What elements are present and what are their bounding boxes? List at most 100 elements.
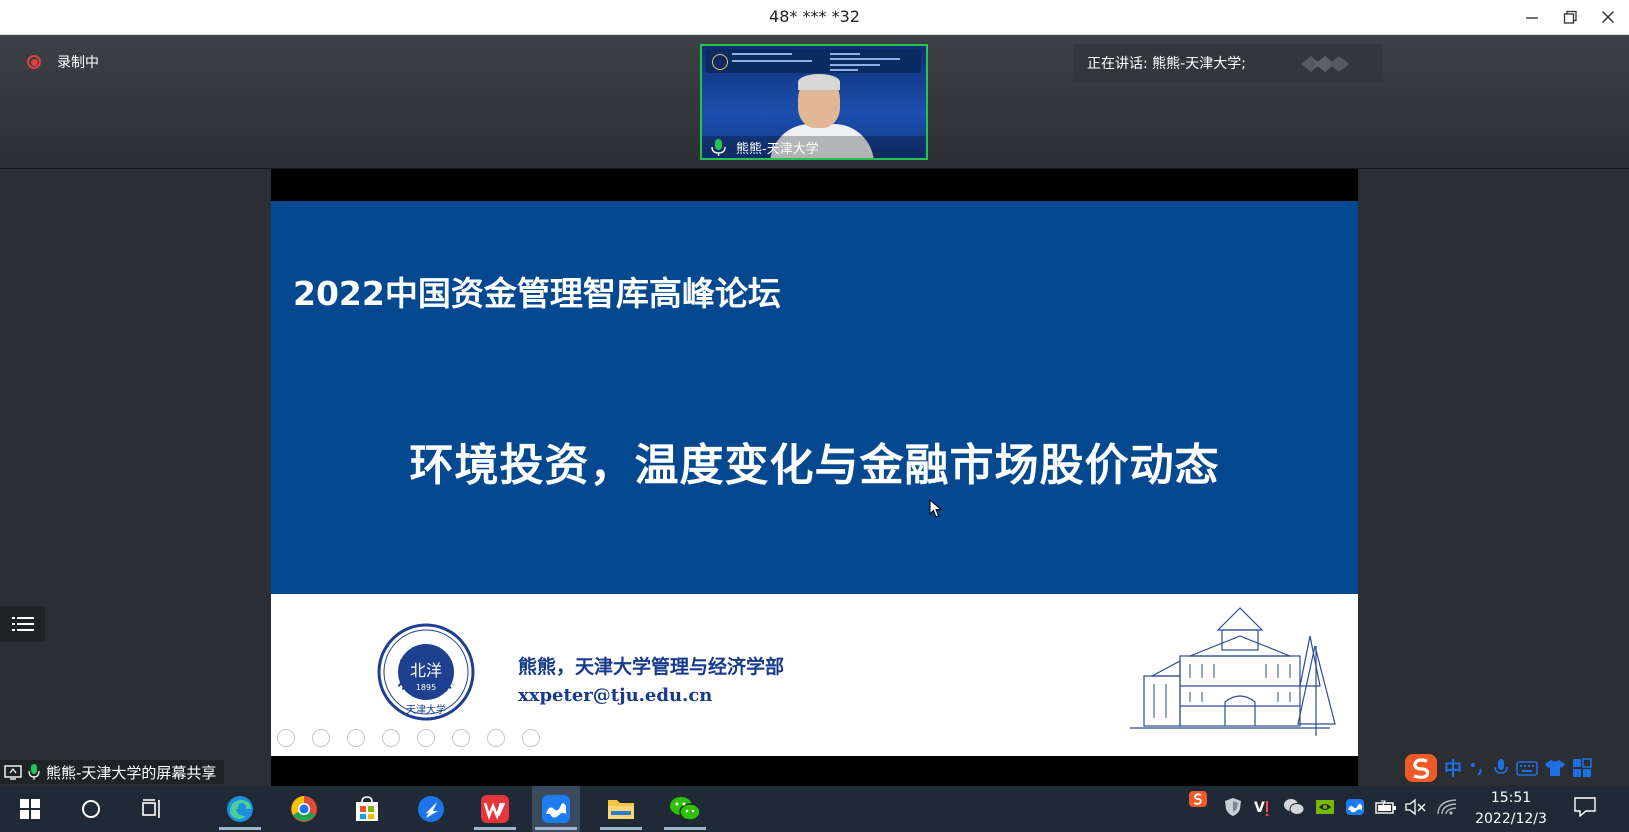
clock-time: 15:51 [1490, 790, 1532, 806]
tray-security[interactable] [1222, 796, 1244, 818]
active-speaker-banner: 正在讲话: 熊熊-天津大学; [1073, 44, 1383, 82]
ime-toolbar[interactable]: 中 [1404, 752, 1629, 784]
chrome-icon [291, 796, 317, 822]
speaker-avatars-icon [1301, 56, 1349, 72]
video-participant-name: 熊熊-天津大学 [736, 141, 819, 157]
mail-icon[interactable] [487, 729, 505, 747]
screen-share-owner: 熊熊-天津大学的屏幕共享 [46, 763, 217, 782]
taskbar-clock[interactable]: 15:51 2022/12/3 [1466, 788, 1556, 830]
university-seal-icon: 北洋 1895 天津大学 [377, 623, 475, 721]
punctuation-icon[interactable] [1468, 759, 1486, 777]
file-explorer-taskbar-app[interactable] [597, 786, 645, 832]
nvidia-icon [1316, 800, 1334, 814]
recording-label: 录制中 [57, 55, 99, 71]
tencent-meeting-tray-icon [1346, 799, 1364, 815]
close-icon [1602, 11, 1614, 23]
wifi-icon [1437, 799, 1457, 815]
zoom-icon[interactable] [417, 729, 435, 747]
slide-author: 熊熊，天津大学管理与经济学部 [518, 656, 785, 678]
slide-main-title: 环境投资，温度变化与金融市场股价动态 [409, 440, 1220, 491]
wechat-icon [670, 797, 701, 821]
ime-mode[interactable]: 中 [1444, 755, 1462, 781]
tray-battery[interactable] [1375, 796, 1397, 818]
tencent-meeting-icon [542, 795, 570, 823]
task-view-icon [142, 799, 160, 818]
slide-forum-title: 2022中国资金管理智库高峰论坛 [293, 274, 781, 313]
skin-icon[interactable] [1544, 759, 1566, 777]
screen-share-label: 熊熊-天津大学的屏幕共享 [0, 760, 225, 784]
campus-building-icon [1130, 607, 1336, 736]
mouse-cursor-icon [929, 499, 943, 518]
edge-taskbar-app[interactable] [216, 786, 264, 832]
minimize-icon [1526, 17, 1538, 19]
tray-sogou[interactable] [1187, 788, 1209, 810]
record-icon [27, 55, 41, 69]
keyboard-icon[interactable] [1516, 759, 1538, 777]
clock-date: 2022/12/3 [1475, 811, 1547, 827]
restore-button[interactable] [1551, 0, 1589, 34]
slide-email: xxpeter@tju.edu.cn [518, 685, 713, 706]
sogou-ime-icon[interactable] [1404, 753, 1438, 783]
toc-button[interactable] [0, 606, 45, 642]
edge-icon [227, 796, 253, 822]
wps-icon [481, 795, 509, 823]
slide-blue-panel [271, 201, 1358, 594]
vpn-icon: V [1254, 800, 1269, 816]
folder-icon [608, 800, 634, 819]
microphone-icon [711, 139, 726, 156]
search-button[interactable] [67, 786, 115, 832]
window-titlebar: 48* *** *32 [0, 0, 1629, 35]
task-view-button[interactable] [128, 786, 176, 832]
close-button[interactable] [1589, 0, 1627, 34]
copy-icon[interactable] [382, 729, 400, 747]
action-center-button[interactable] [1574, 797, 1596, 821]
recording-indicator[interactable]: 录制中 [27, 52, 99, 72]
screen-share-icon [4, 765, 22, 780]
tray-wechat[interactable] [1283, 796, 1305, 818]
screen-icon[interactable] [452, 729, 470, 747]
seal-bottom-text: 天津大学 [406, 703, 446, 716]
store-taskbar-app[interactable] [343, 786, 391, 832]
wechat-tray-icon [1284, 799, 1305, 815]
wechat-taskbar-app[interactable] [661, 786, 709, 832]
pen-icon[interactable] [347, 729, 365, 747]
video-caption: 熊熊-天津大学 [702, 136, 926, 158]
battery-icon [1375, 800, 1396, 814]
speaker-hair [798, 74, 840, 90]
slide-playback-controls [277, 729, 540, 747]
start-button[interactable] [6, 786, 54, 832]
sogou-tray-icon [1189, 791, 1207, 807]
video-background-banner [706, 49, 921, 73]
svg-text:V: V [1254, 800, 1265, 816]
tray-network[interactable] [1436, 796, 1458, 818]
tray-nvidia[interactable] [1314, 796, 1336, 818]
more-icon[interactable] [522, 729, 540, 747]
seal-center-text: 北洋 [410, 661, 442, 680]
restore-icon [1563, 10, 1577, 24]
tencent-meeting-taskbar-app[interactable] [532, 786, 580, 832]
tray-vpn[interactable]: V [1253, 796, 1275, 818]
window-title: 48* *** *32 [769, 7, 860, 26]
tray-volume[interactable] [1405, 796, 1427, 818]
shield-icon [1225, 798, 1241, 816]
store-icon [356, 796, 378, 821]
microphone-icon [28, 764, 40, 780]
wps-taskbar-app[interactable] [471, 786, 519, 832]
voice-input-icon[interactable] [1492, 758, 1510, 778]
seal-year-text: 1895 [416, 683, 436, 692]
speaking-label: 正在讲话: 熊熊-天津大学; [1087, 56, 1246, 72]
notification-icon [1574, 797, 1596, 818]
next-slide-icon[interactable] [312, 729, 330, 747]
volume-muted-icon [1405, 798, 1426, 816]
cortana-icon [82, 800, 100, 818]
speaker-video-tile[interactable]: 熊熊-天津大学 [700, 44, 928, 160]
list-icon [11, 617, 34, 631]
tray-tencent-meeting[interactable] [1344, 796, 1366, 818]
toolbox-icon[interactable] [1572, 758, 1592, 778]
lark-taskbar-app[interactable] [407, 786, 455, 832]
chrome-taskbar-app[interactable] [280, 786, 328, 832]
windows-logo-icon [20, 799, 40, 819]
blue-app-icon [418, 796, 444, 822]
prev-slide-icon[interactable] [277, 729, 295, 747]
minimize-button[interactable] [1513, 0, 1551, 34]
